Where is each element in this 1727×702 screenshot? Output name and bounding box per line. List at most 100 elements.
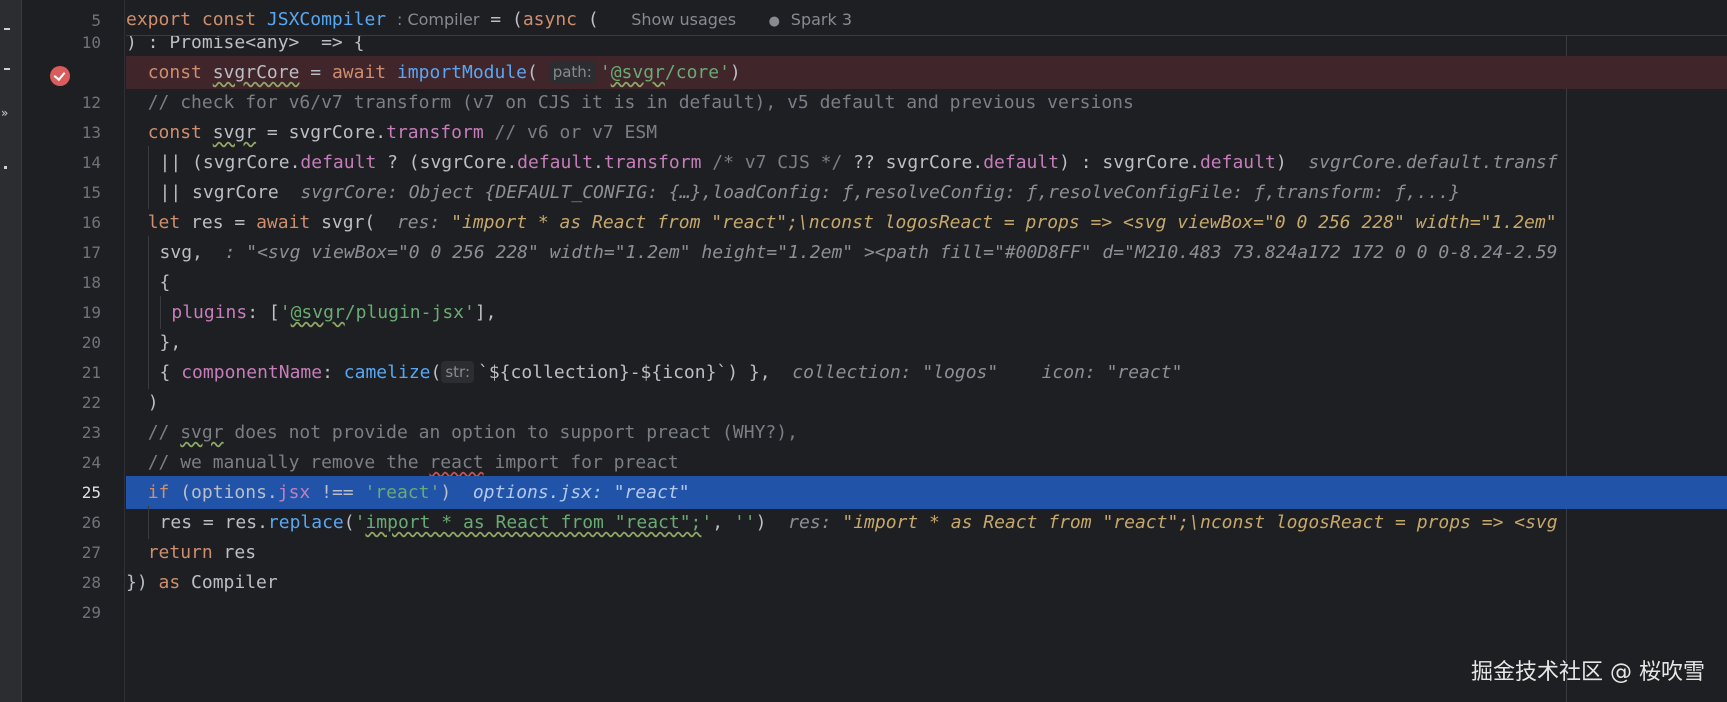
code-line[interactable]: { componentName: camelize(str: `${collect… bbox=[126, 356, 1727, 389]
code-line[interactable]: || svgrCore svgrCore: Object {DEFAULT_CO… bbox=[126, 176, 1727, 209]
debug-value[interactable]: : "<svg viewBox="0 0 256 228" width="1.2… bbox=[225, 242, 1558, 263]
code-line-breakpoint[interactable]: const svgrCore = await importModule( pat… bbox=[126, 56, 1727, 89]
keyword: export bbox=[126, 9, 192, 30]
code-line[interactable]: // svgr does not provide an option to su… bbox=[126, 416, 1727, 449]
author-hint[interactable]: Spark 3 bbox=[791, 10, 852, 29]
code-line[interactable]: }, bbox=[126, 326, 1727, 359]
person-icon: ● bbox=[768, 14, 780, 29]
code-line[interactable]: res = res.replace('import * as React fro… bbox=[126, 506, 1727, 539]
line-number: 15 bbox=[81, 183, 101, 202]
code-line-execution-point[interactable]: if (options.jsx !== 'react') options.jsx… bbox=[126, 476, 1727, 509]
keyword: await bbox=[256, 212, 311, 233]
code-line[interactable]: let res = await svgr( res: "import * as … bbox=[126, 206, 1727, 239]
left-tool-strip: » bbox=[0, 0, 22, 702]
comment: // v6 or v7 ESM bbox=[483, 122, 658, 143]
line-number: 20 bbox=[81, 333, 101, 352]
property: default bbox=[517, 152, 594, 173]
code-line[interactable]: return res bbox=[126, 536, 1727, 569]
parameter-hint: path: bbox=[548, 61, 596, 83]
debug-key[interactable]: res: bbox=[788, 512, 831, 533]
property: transform bbox=[386, 122, 484, 143]
code-text: ) bbox=[729, 62, 741, 83]
code-text: = ( bbox=[479, 9, 523, 30]
code-text: || (svgrCore. bbox=[159, 152, 301, 173]
line-number: 29 bbox=[81, 603, 101, 622]
strip-dot bbox=[4, 166, 7, 169]
debug-value[interactable]: svgrCore.default.transf bbox=[1308, 152, 1557, 173]
code-text: (options. bbox=[169, 482, 278, 503]
code-line[interactable]: // check for v6/v7 transform (v7 on CJS … bbox=[126, 86, 1727, 119]
code-editor[interactable]: 5 10 12 13 14 15 16 17 18 19 20 21 22 23… bbox=[22, 0, 1727, 702]
show-usages-link[interactable]: Show usages bbox=[631, 10, 736, 29]
code-text: !== bbox=[310, 482, 365, 503]
comment: does not provide an option to support pr… bbox=[223, 422, 798, 443]
code-line[interactable]: // we manually remove the react import f… bbox=[126, 446, 1727, 479]
line-number: 21 bbox=[81, 363, 101, 382]
code-line[interactable]: ) bbox=[126, 386, 1727, 419]
code-text: || svgrCore bbox=[159, 182, 279, 203]
line-number-current: 25 bbox=[81, 483, 101, 502]
code-text: ? (svgrCore. bbox=[376, 152, 518, 173]
code-text: , bbox=[712, 512, 734, 533]
string: /plugin-jsx' bbox=[344, 302, 475, 323]
debug-value[interactable]: icon: "react" bbox=[1042, 362, 1183, 383]
line-number: 24 bbox=[81, 453, 101, 472]
watermark: 掘金技术社区 @ 桜吹雪 bbox=[1471, 660, 1705, 685]
debug-value[interactable]: options.jsx: "react" bbox=[473, 482, 690, 503]
code-text: = bbox=[299, 62, 332, 83]
code-text: ( bbox=[430, 362, 442, 383]
code-text: ) bbox=[147, 392, 159, 413]
strip-marker bbox=[4, 28, 10, 30]
code-line-empty[interactable] bbox=[126, 596, 1727, 629]
property: plugins bbox=[171, 302, 248, 323]
line-number: 13 bbox=[81, 123, 101, 142]
code-text: : bbox=[322, 362, 344, 383]
code-line[interactable]: const svgr = svgrCore.transform // v6 or… bbox=[126, 116, 1727, 149]
code-line[interactable]: }) as Compiler bbox=[126, 566, 1727, 599]
line-number-gutter[interactable]: 5 10 12 13 14 15 16 17 18 19 20 21 22 23… bbox=[22, 0, 125, 702]
breakpoint-check-icon[interactable] bbox=[50, 66, 70, 86]
identifier: svgrCore bbox=[212, 62, 300, 83]
comment: react bbox=[429, 452, 484, 473]
code-text: svgr( bbox=[310, 212, 376, 233]
debug-value[interactable]: "import * as React from "react";\nconst … bbox=[842, 512, 1557, 533]
symbol-name: JSXCompiler bbox=[266, 9, 387, 30]
code-text: ) : svgrCore. bbox=[1059, 152, 1200, 173]
string: '' bbox=[733, 512, 756, 533]
keyword: as bbox=[158, 572, 181, 593]
debug-value[interactable]: "import * as React from "react";\nconst … bbox=[451, 212, 1556, 233]
code-text: . bbox=[593, 152, 604, 173]
code-text: }) bbox=[126, 572, 159, 593]
function-name: replace bbox=[267, 512, 344, 533]
code-line[interactable]: plugins: ['@svgr/plugin-jsx'], bbox=[126, 296, 1727, 329]
string: ' bbox=[701, 512, 713, 533]
string: @svgr bbox=[290, 302, 345, 323]
string: ' bbox=[354, 512, 366, 533]
sticky-scope-header[interactable]: export const JSXCompiler : Compiler = (a… bbox=[126, 0, 1727, 36]
code-line[interactable]: { bbox=[126, 266, 1727, 299]
debug-value[interactable]: collection: "logos" bbox=[792, 362, 998, 383]
string: ' bbox=[599, 62, 611, 83]
strip-glyph-icon[interactable]: » bbox=[1, 106, 8, 120]
type-hint: : Compiler bbox=[396, 10, 480, 29]
gutter-divider bbox=[124, 0, 125, 702]
code-text: res bbox=[212, 542, 257, 563]
comment: import for preact bbox=[483, 452, 679, 473]
line-number: 28 bbox=[81, 573, 101, 592]
string: ' bbox=[279, 302, 291, 323]
code-line[interactable]: svg, : "<svg viewBox="0 0 256 228" width… bbox=[126, 236, 1727, 269]
comment: // bbox=[147, 422, 181, 443]
debug-value[interactable]: svgrCore: Object {DEFAULT_CONFIG: {…},lo… bbox=[300, 182, 1460, 203]
code-line[interactable]: || (svgrCore.default ? (svgrCore.default… bbox=[126, 146, 1727, 179]
string: @svgr bbox=[610, 62, 665, 83]
line-number: 14 bbox=[81, 153, 101, 172]
line-number: 26 bbox=[81, 513, 101, 532]
keyword: if bbox=[147, 482, 170, 503]
line-number: 10 bbox=[81, 33, 101, 52]
debug-key[interactable]: res: bbox=[397, 212, 440, 233]
keyword: const bbox=[201, 9, 257, 30]
code-text: { bbox=[159, 362, 182, 383]
code-text: ) }, bbox=[727, 362, 771, 383]
code-text: Compiler bbox=[180, 572, 278, 593]
keyword: return bbox=[147, 542, 213, 563]
